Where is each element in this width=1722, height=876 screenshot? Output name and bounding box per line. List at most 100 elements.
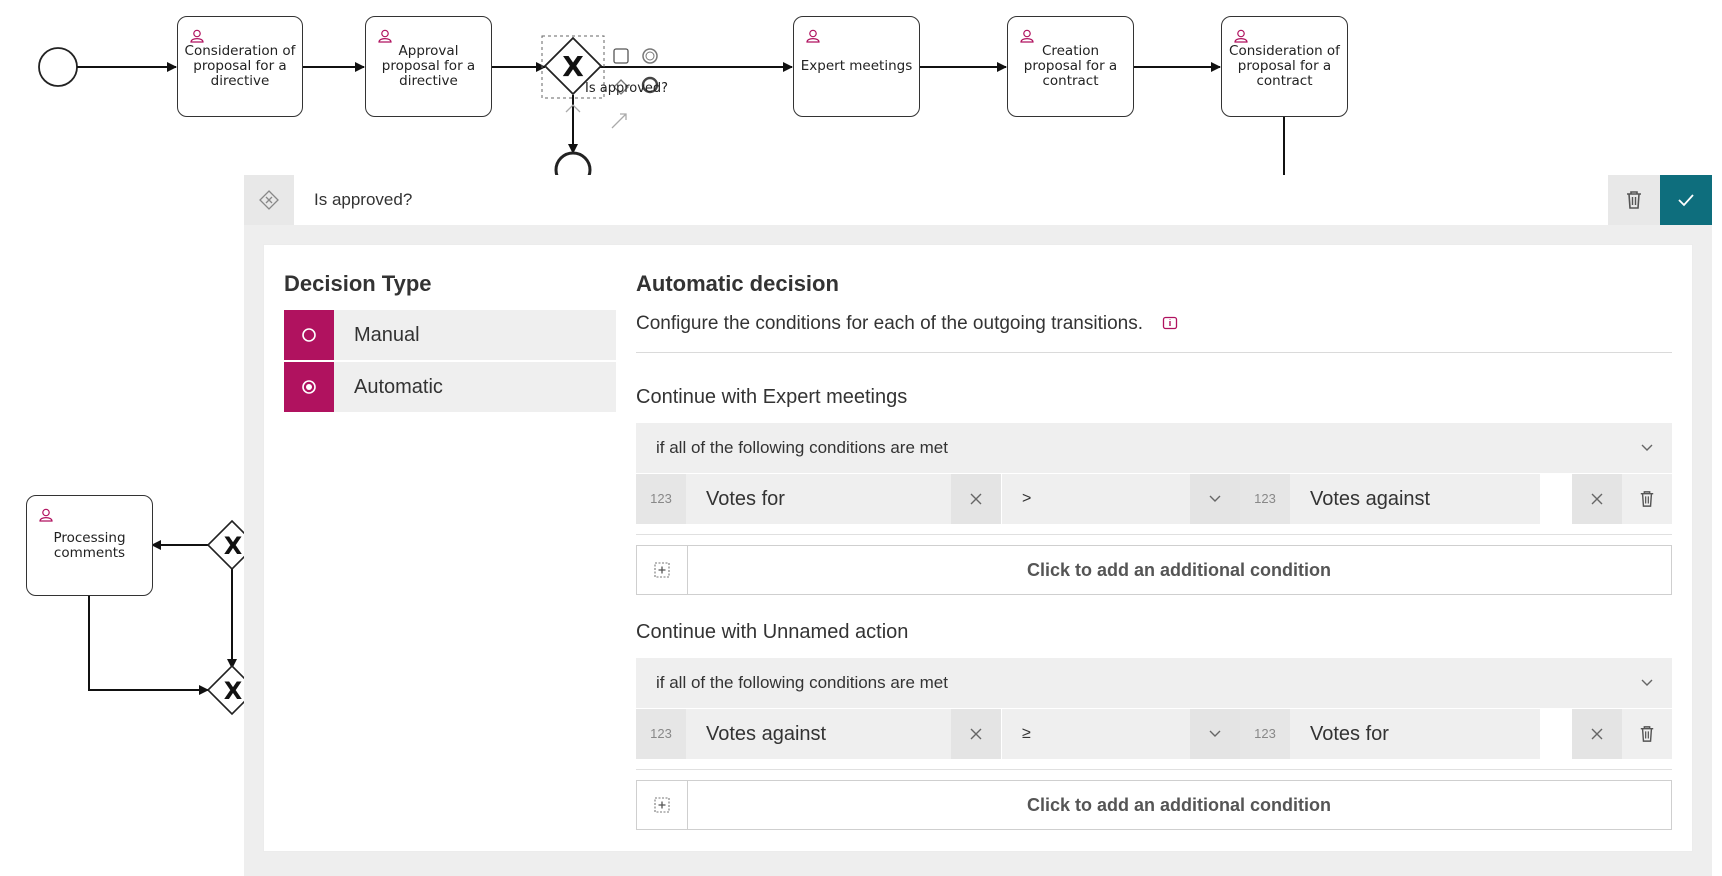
info-icon[interactable]: [1162, 316, 1178, 330]
user-task-icon: [190, 29, 204, 43]
trash-icon: [1640, 726, 1654, 742]
clear-left-operand-button[interactable]: [951, 474, 1001, 524]
task-label: Consideration of proposal for a directiv…: [184, 43, 296, 89]
description-text: Configure the conditions for each of the…: [636, 313, 1143, 334]
option-label: Automatic: [354, 376, 443, 398]
condition-row: 123 Votes against ≥ 123 Votes for: [636, 709, 1672, 759]
decision-type-option-manual[interactable]: Manual: [284, 310, 616, 360]
operator-value: ≥: [1022, 725, 1031, 742]
condition-mode-value: if all of the following conditions are m…: [656, 438, 948, 457]
mode-dropdown-toggle[interactable]: [1622, 658, 1672, 708]
task-label: Creation proposal for a contract: [1023, 43, 1118, 89]
close-icon: [970, 728, 982, 740]
add-icon-box: [637, 546, 688, 594]
left-operand-field[interactable]: 123 Votes for: [636, 474, 1001, 524]
clear-left-operand-button[interactable]: [951, 709, 1001, 759]
decision-type-title: Decision Type: [284, 271, 432, 296]
context-pad-intermediate-event-icon[interactable]: [642, 48, 658, 64]
divider: [636, 352, 1672, 353]
chevron-down-icon: [1641, 444, 1653, 451]
gateway-type-icon: [244, 175, 294, 225]
mode-dropdown-toggle[interactable]: [1622, 423, 1672, 473]
chevron-down-icon: [1209, 495, 1221, 502]
right-operand-field[interactable]: 123 Votes against: [1240, 474, 1540, 524]
operator-dropdown-toggle[interactable]: [1190, 709, 1240, 759]
check-icon: [1678, 194, 1694, 207]
start-event[interactable]: [38, 47, 78, 87]
operator-select[interactable]: >: [1002, 474, 1260, 524]
condition-row: 123 Votes for > 123 Votes against: [636, 474, 1672, 524]
radio-checked-icon: [302, 380, 316, 394]
chevron-down-icon: [1209, 730, 1221, 737]
right-operand-value: Votes against: [1310, 488, 1431, 510]
automatic-description: Configure the conditions for each of the…: [636, 313, 1178, 335]
task-label: Processing comments: [53, 529, 126, 561]
left-operand-value: Votes against: [706, 723, 827, 745]
svg-text:X: X: [224, 677, 243, 705]
type-badge: 123: [1240, 709, 1290, 759]
option-label: Manual: [354, 324, 420, 346]
right-operand-value: Votes for: [1310, 723, 1389, 745]
delete-button[interactable]: [1608, 175, 1660, 225]
clear-right-operand-button[interactable]: [1572, 474, 1622, 524]
user-task-icon: [806, 29, 820, 43]
add-condition-button[interactable]: Click to add an additional condition: [636, 780, 1672, 830]
transition-title: Continue with Unnamed action: [636, 621, 909, 643]
operator-dropdown-toggle[interactable]: [1190, 474, 1240, 524]
task-creation-contract[interactable]: Creation proposal for a contract: [1007, 16, 1134, 117]
user-task-icon: [1234, 29, 1248, 43]
add-condition-button[interactable]: Click to add an additional condition: [636, 545, 1672, 595]
radio-unchecked-icon: [302, 328, 316, 342]
task-label: Approval proposal for a directive: [381, 43, 476, 89]
svg-text:X: X: [562, 50, 584, 83]
task-approval-directive[interactable]: Approval proposal for a directive: [365, 16, 492, 117]
gateway-name-input[interactable]: [294, 175, 1608, 225]
user-task-icon: [39, 508, 53, 522]
plus-box-icon: [654, 797, 670, 813]
condition-mode-select[interactable]: if all of the following conditions are m…: [636, 423, 1672, 473]
left-operand-field[interactable]: 123 Votes against: [636, 709, 1001, 759]
close-icon: [1591, 728, 1603, 740]
automatic-decision-title: Automatic decision: [636, 271, 839, 296]
add-condition-label: Click to add an additional condition: [1026, 795, 1331, 815]
radio-automatic[interactable]: [284, 362, 334, 412]
radio-manual[interactable]: [284, 310, 334, 360]
condition-mode-value: if all of the following conditions are m…: [656, 673, 948, 692]
close-icon: [1591, 493, 1603, 505]
clear-right-operand-button[interactable]: [1572, 709, 1622, 759]
user-task-icon: [378, 29, 392, 43]
confirm-button[interactable]: [1660, 175, 1712, 225]
trash-icon: [1640, 491, 1654, 507]
task-label: Consideration of proposal for a contract: [1229, 43, 1340, 89]
divider: [636, 534, 1672, 535]
delete-condition-button[interactable]: [1622, 709, 1672, 759]
right-operand-field[interactable]: 123 Votes for: [1240, 709, 1540, 759]
trash-icon: [1627, 191, 1641, 209]
type-badge: 123: [636, 709, 686, 759]
task-expert-meetings[interactable]: Expert meetings: [793, 16, 920, 117]
left-operand-value: Votes for: [706, 488, 785, 510]
operator-select[interactable]: ≥: [1002, 709, 1260, 759]
task-consideration-contract[interactable]: Consideration of proposal for a contract: [1221, 16, 1348, 117]
decision-type-option-automatic[interactable]: Automatic: [284, 362, 616, 412]
type-badge: 123: [636, 474, 686, 524]
delete-condition-button[interactable]: [1622, 474, 1672, 524]
gateway-label: Is approved?: [585, 81, 669, 96]
task-consideration-directive[interactable]: Consideration of proposal for a directiv…: [177, 16, 303, 117]
task-label: Expert meetings: [800, 58, 913, 74]
operator-value: >: [1022, 490, 1032, 507]
user-task-icon: [1020, 29, 1034, 43]
transition-title: Continue with Expert meetings: [636, 386, 908, 408]
close-icon: [970, 493, 982, 505]
condition-mode-select[interactable]: if all of the following conditions are m…: [636, 658, 1672, 708]
add-condition-label: Click to add an additional condition: [1026, 560, 1331, 580]
task-processing-comments[interactable]: Processing comments: [26, 495, 153, 596]
plus-box-icon: [654, 562, 670, 578]
context-pad-task-icon[interactable]: [613, 48, 629, 64]
type-badge: 123: [1240, 474, 1290, 524]
divider: [636, 769, 1672, 770]
chevron-down-icon: [1641, 679, 1653, 686]
context-pad-connect-icon[interactable]: [611, 113, 627, 129]
svg-text:X: X: [224, 532, 243, 560]
add-icon-box: [637, 781, 688, 829]
